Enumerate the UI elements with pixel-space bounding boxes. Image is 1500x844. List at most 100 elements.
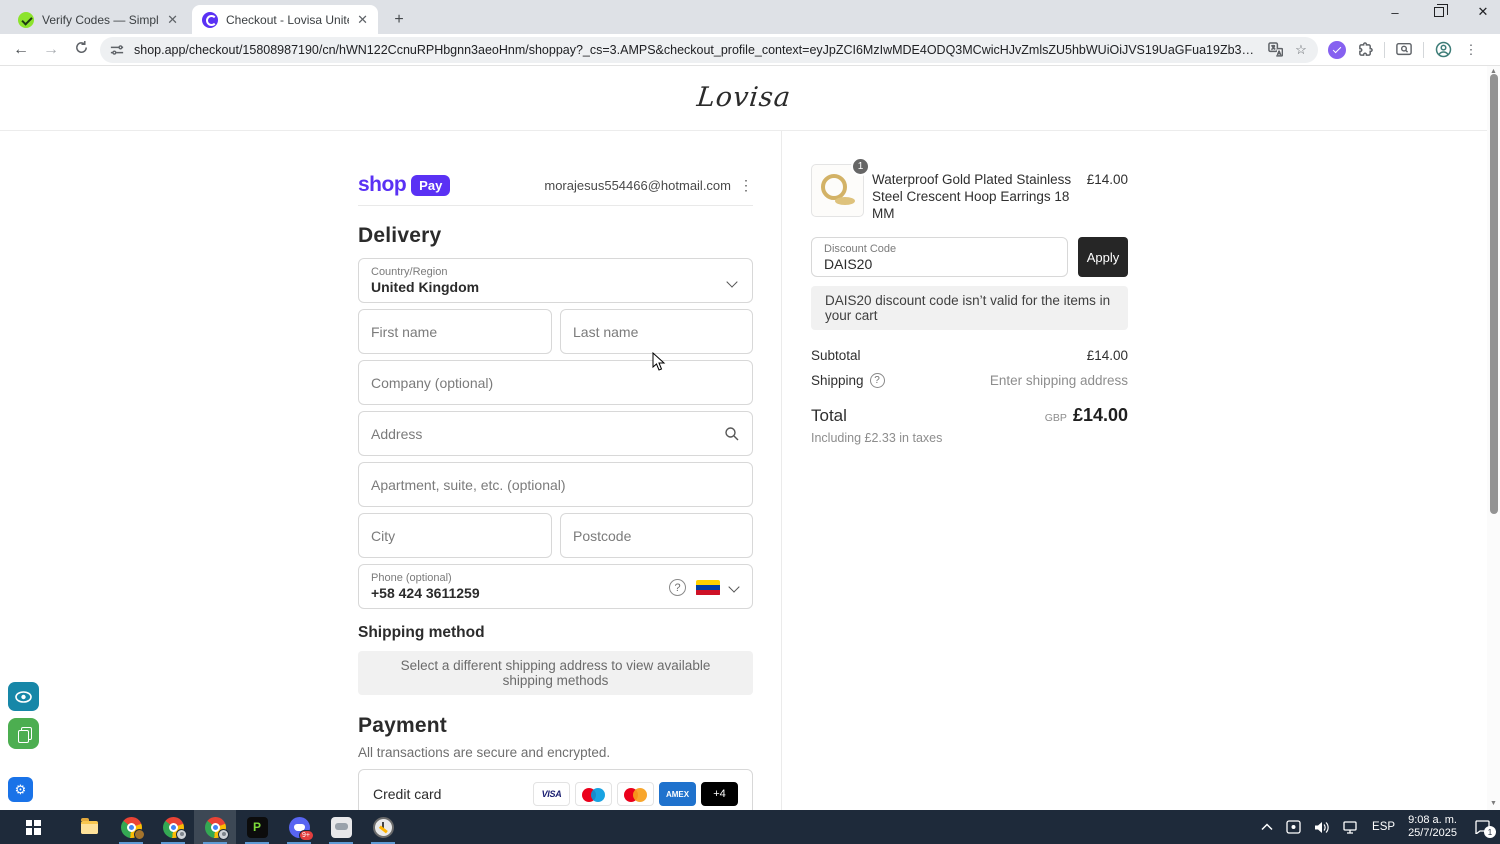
country-select[interactable]: Country/Region United Kingdom [358, 258, 753, 303]
payment-title: Payment [358, 714, 447, 737]
discount-value: DAIS20 [824, 255, 873, 272]
notification-center-button[interactable]: 1 [1474, 820, 1496, 838]
window-minimize-button[interactable]: – [1386, 5, 1404, 20]
delivery-title: Delivery [358, 224, 442, 247]
chrome-profile1-button[interactable] [110, 810, 152, 844]
tab-close-icon[interactable]: ✕ [167, 12, 178, 28]
clock-display[interactable]: 9:08 a. m. 25/7/2025 [1408, 814, 1457, 840]
city-field[interactable] [358, 513, 552, 558]
window-restore-button[interactable] [1430, 3, 1448, 20]
shipping-row: Shipping ? Enter shipping address [811, 373, 1128, 388]
window-close-button[interactable]: ✕ [1474, 4, 1492, 20]
discord-button[interactable]: 9+ [278, 810, 320, 844]
toolbar-divider [1423, 41, 1424, 58]
postcode-input[interactable] [573, 527, 740, 544]
gear-icon: ⚙ [14, 781, 27, 797]
maestro-icon [575, 782, 612, 806]
credit-card-option[interactable]: Credit card VISA AMEX +4 [358, 769, 753, 810]
reload-button[interactable] [66, 40, 96, 60]
apply-discount-button[interactable]: Apply [1078, 237, 1128, 277]
account-email: morajesus554466@hotmail.com [544, 177, 731, 193]
new-tab-button[interactable]: + [388, 9, 410, 31]
settings-overlay-button[interactable]: ⚙ [8, 777, 33, 802]
volume-tray-icon[interactable] [1314, 821, 1330, 834]
profile-badge-icon [133, 828, 145, 840]
city-input[interactable] [371, 527, 539, 544]
shipping-help-icon[interactable]: ? [869, 373, 885, 388]
last-name-field[interactable] [560, 309, 753, 354]
translate-icon[interactable] [1266, 41, 1284, 59]
scrollbar-down-arrow[interactable]: ▼ [1487, 798, 1500, 810]
p-app-button[interactable]: P [236, 810, 278, 844]
messaging-app-button[interactable] [320, 810, 362, 844]
tab-checkout-lovisa[interactable]: Checkout - Lovisa United Kingd ✕ [192, 5, 378, 34]
total-row: Total GBP £14.00 [811, 405, 1128, 426]
profile-icon[interactable] [1434, 41, 1452, 59]
first-name-input[interactable] [371, 323, 539, 340]
start-button[interactable] [12, 810, 54, 844]
mastercard-icon [617, 782, 654, 806]
tray-expand-chevron[interactable] [1261, 823, 1273, 831]
postcode-field[interactable] [560, 513, 753, 558]
first-name-field[interactable] [358, 309, 552, 354]
bookmark-star-icon[interactable]: ☆ [1292, 41, 1310, 59]
phone-value: +58 424 3611259 [371, 585, 480, 601]
url-bar[interactable]: ☆ [100, 36, 1318, 63]
back-button[interactable]: ← [6, 41, 36, 59]
payment-subtitle: All transactions are secure and encrypte… [358, 745, 611, 760]
url-input[interactable] [134, 42, 1258, 57]
tray-date: 25/7/2025 [1408, 827, 1457, 839]
company-input[interactable] [371, 374, 740, 391]
windows-logo-icon [25, 819, 41, 835]
more-cards-badge: +4 [701, 782, 738, 806]
address-field[interactable] [358, 411, 753, 456]
company-field[interactable] [358, 360, 753, 405]
chevron-down-icon [730, 581, 740, 591]
shop-pay-header: shop Pay morajesus554466@hotmail.com ⋮ [358, 168, 753, 202]
apartment-field[interactable] [358, 462, 753, 507]
forward-button[interactable]: → [36, 41, 66, 59]
phone-field[interactable]: Phone (optional) +58 424 3611259 ? [358, 564, 753, 609]
account-menu-icon[interactable]: ⋮ [739, 177, 753, 194]
taxes-note: Including £2.33 in taxes [811, 431, 943, 445]
simplycodes-extension-icon[interactable] [1328, 40, 1346, 59]
tray-time: 9:08 a. m. [1408, 814, 1457, 826]
tab-close-icon[interactable]: ✕ [357, 12, 368, 28]
search-icon [725, 426, 739, 440]
site-header: Lovisa [0, 66, 1500, 131]
clock-app-button[interactable] [362, 810, 404, 844]
shipping-method-notice: Select a different shipping address to v… [358, 651, 753, 695]
toolbar-divider [1384, 41, 1385, 58]
scrollbar-thumb[interactable] [1489, 74, 1498, 514]
page-scrollbar[interactable]: ▲ ▼ [1487, 66, 1500, 810]
shop-pay-logo: shop Pay [358, 173, 451, 197]
network-tray-icon[interactable] [1343, 820, 1359, 834]
restore-icon [1434, 3, 1448, 17]
chrome-active-window-button[interactable] [194, 810, 236, 844]
discount-code-field[interactable]: Discount Code DAIS20 [811, 237, 1068, 277]
subtotal-row: Subtotal £14.00 [811, 348, 1128, 363]
teams-tray-icon[interactable] [1286, 820, 1301, 834]
language-indicator[interactable]: ESP [1372, 821, 1395, 833]
venezuela-flag-icon[interactable] [696, 579, 720, 596]
phone-label: Phone (optional) [371, 572, 452, 584]
tab-simplycodes[interactable]: Verify Codes — SimplyCodes ✕ [8, 5, 188, 34]
notification-badge: 1 [1484, 826, 1496, 838]
phone-help-icon[interactable]: ? [669, 579, 686, 596]
sidebar-search-icon[interactable] [1395, 41, 1413, 59]
chrome-profile2-button[interactable] [152, 810, 194, 844]
copy-overlay-button[interactable] [8, 718, 39, 749]
apartment-input[interactable] [371, 476, 740, 493]
country-value: United Kingdom [371, 279, 480, 295]
file-explorer-button[interactable] [68, 810, 110, 844]
last-name-input[interactable] [573, 323, 740, 340]
profile-badge-icon [217, 828, 229, 840]
p-app-icon: P [246, 816, 268, 838]
profile-badge-icon [175, 828, 187, 840]
shipping-label: Shipping [811, 373, 864, 388]
site-info-icon[interactable] [108, 41, 126, 59]
eye-overlay-button[interactable] [8, 682, 39, 711]
browser-menu-icon[interactable]: ⋮ [1462, 41, 1480, 59]
address-input[interactable] [371, 425, 724, 442]
extensions-puzzle-icon[interactable] [1356, 41, 1374, 59]
